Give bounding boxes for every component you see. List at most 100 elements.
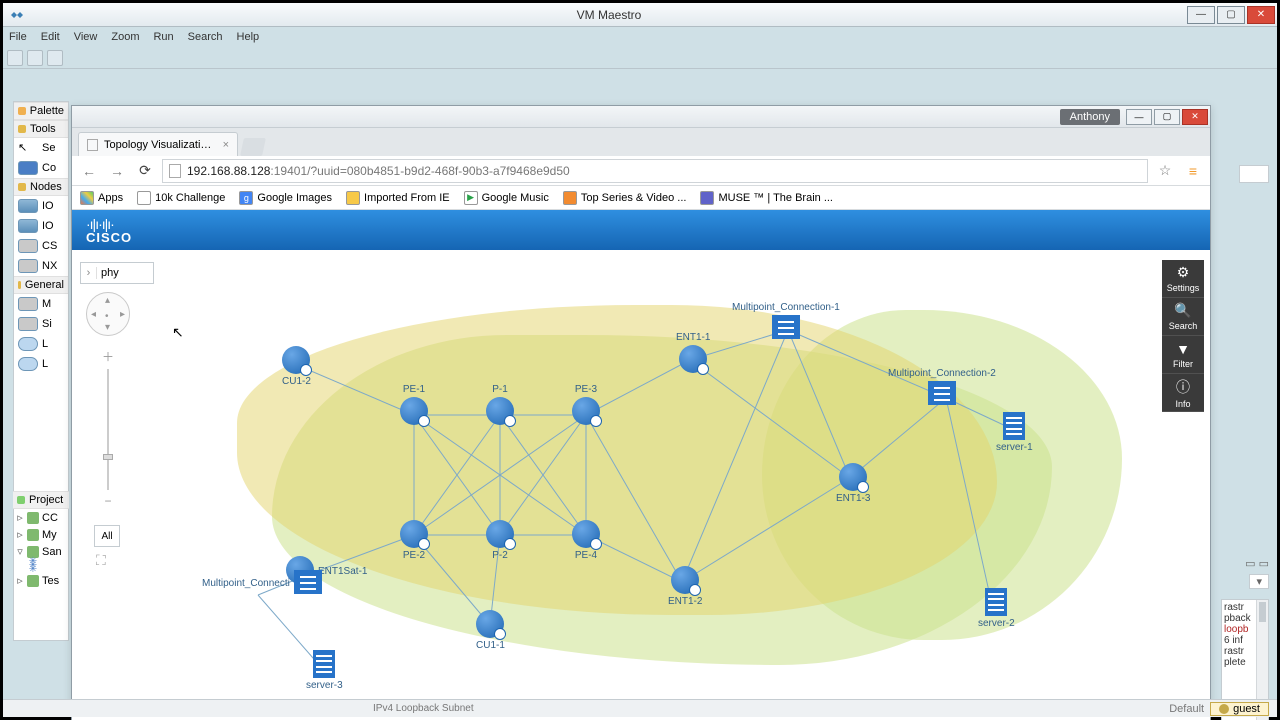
maximize-button[interactable]: ▢ (1217, 6, 1245, 24)
node-nxos[interactable]: NX (14, 256, 68, 276)
cisco-logo: ·ı|ı·ı|ı· CISCO (86, 217, 132, 244)
project-my[interactable]: ▹My (13, 526, 69, 543)
browser-titlebar: Anthony — ▢ ✕ (72, 106, 1210, 128)
node-iosv[interactable]: IO (14, 196, 68, 216)
browser-close-button[interactable]: ✕ (1182, 109, 1208, 125)
node-pe-3[interactable]: PE-3 (572, 384, 600, 425)
zoom-out-icon[interactable]: − (104, 494, 111, 508)
search-button[interactable]: 🔍Search (1162, 298, 1204, 336)
zoom-control[interactable]: ＋− (100, 348, 116, 508)
apps-button[interactable]: Apps (80, 191, 123, 205)
node-ent1-2[interactable]: ENT1-2 (668, 566, 702, 607)
tool-connect[interactable]: Co (14, 158, 68, 178)
mouse-cursor: ↖ (172, 324, 184, 341)
node-pe-1[interactable]: PE-1 (400, 384, 428, 425)
topology-canvas[interactable]: CU1-2 PE-1 P-1 PE-3 PE-2 P-2 PE-4 ENT1-1… (72, 250, 1210, 720)
gen-managed[interactable]: M (14, 294, 68, 314)
project-sample[interactable]: ▿San (13, 543, 69, 560)
minimize-button[interactable]: — (1187, 6, 1215, 24)
bm-gimg[interactable]: gGoogle Images (239, 191, 332, 205)
bm-ie[interactable]: Imported From IE (346, 191, 450, 205)
fit-screen-icon[interactable]: ⛶ (96, 552, 116, 572)
node-cu1-2[interactable]: CU1-2 (282, 346, 311, 387)
new-tab-button[interactable] (240, 138, 266, 156)
menu-edit[interactable]: Edit (41, 31, 60, 43)
menu-search[interactable]: Search (188, 31, 223, 43)
node-mc2[interactable]: Multipoint_Connection-2 (888, 368, 996, 405)
project-test[interactable]: ▹Tes (13, 572, 69, 589)
bookmark-star-icon[interactable]: ☆ (1154, 160, 1176, 182)
node-mc3[interactable]: Multipoint_Connecti (202, 570, 322, 594)
bm-gmusic[interactable]: ▶Google Music (464, 191, 549, 205)
browser-minimize-button[interactable]: — (1126, 109, 1152, 125)
right-panel-tools: ▭ ▭ ▾ (1221, 557, 1269, 597)
back-button[interactable]: ← (78, 160, 100, 182)
gen-l2[interactable]: L (14, 334, 68, 354)
url-input[interactable]: 192.168.88.128:19401/?uuid=080b4851-b9d2… (162, 159, 1148, 183)
menu-zoom[interactable]: Zoom (111, 31, 139, 43)
bm-series[interactable]: Top Series & Video ... (563, 191, 687, 205)
node-ent1-1[interactable]: ENT1-1 (676, 332, 710, 373)
node-iosvl2[interactable]: IO (14, 216, 68, 236)
address-bar: ← → ⟳ 192.168.88.128:19401/?uuid=080b485… (72, 156, 1210, 186)
menu-run[interactable]: Run (153, 31, 173, 43)
node-p-2[interactable]: P-2 (486, 520, 514, 561)
menu-help[interactable]: Help (237, 31, 260, 43)
page-icon (169, 164, 181, 178)
minimize-view-icon[interactable]: ▭ ▭ (1245, 557, 1269, 570)
workspace: Palette Tools ↖Se Co Nodes IO IO CS NX G… (3, 71, 1277, 701)
status-user[interactable]: guest (1210, 702, 1269, 716)
node-csr[interactable]: CS (14, 236, 68, 256)
pan-control[interactable]: ▴▾◂▸• (86, 292, 130, 336)
tab-close-icon[interactable]: × (223, 139, 229, 151)
gen-l3[interactable]: L (14, 354, 68, 374)
browser-maximize-button[interactable]: ▢ (1154, 109, 1180, 125)
menu-view[interactable]: View (74, 31, 98, 43)
tb-open-icon[interactable] (7, 50, 23, 66)
reload-button[interactable]: ⟳ (134, 160, 156, 182)
switch-icon (18, 259, 38, 273)
menu-file[interactable]: File (9, 31, 27, 43)
zoom-in-icon[interactable]: ＋ (102, 348, 114, 365)
node-mc1[interactable]: Multipoint_Connection-1 (732, 302, 840, 339)
node-p-1[interactable]: P-1 (486, 384, 514, 425)
router-icon (671, 566, 699, 594)
node-server-1[interactable]: server-1 (996, 412, 1033, 453)
info-button[interactable]: ⓘInfo (1162, 374, 1204, 412)
bm-10k[interactable]: 10k Challenge (137, 191, 225, 205)
node-pe-4[interactable]: PE-4 (572, 520, 600, 561)
fit-all-button[interactable]: All (94, 525, 120, 547)
node-server-2[interactable]: server-2 (978, 588, 1015, 629)
gen-site[interactable]: Si (14, 314, 68, 334)
forward-button[interactable]: → (106, 160, 128, 182)
menu-button[interactable]: ≡ (1182, 160, 1204, 182)
zoom-thumb[interactable] (103, 454, 113, 460)
bm-muse[interactable]: MUSE ™ | The Brain ... (700, 191, 833, 205)
node-pe-2[interactable]: PE-2 (400, 520, 428, 561)
view-dropdown[interactable]: ▾ (1249, 574, 1269, 589)
tool-select[interactable]: ↖Se (14, 138, 68, 158)
settings-button[interactable]: ⚙Settings (1162, 260, 1204, 298)
node-server-3[interactable]: server-3 (306, 650, 343, 691)
layer-input[interactable] (97, 267, 145, 279)
project-ccie[interactable]: ▹CC (13, 509, 69, 526)
tab-topology[interactable]: Topology Visualization En × (78, 132, 238, 156)
server-icon (1003, 412, 1025, 440)
menu-bar: File Edit View Zoom Run Search Help (3, 27, 1277, 47)
status-loopback: IPv4 Loopback Subnet (373, 703, 474, 714)
node-cu1-1[interactable]: CU1-1 (476, 610, 505, 651)
filter-button[interactable]: ▼Filter (1162, 336, 1204, 374)
tb-saveall-icon[interactable] (47, 50, 63, 66)
layer-select[interactable]: › (80, 262, 154, 284)
browser-user-badge[interactable]: Anthony (1060, 109, 1120, 125)
tb-save-icon[interactable] (27, 50, 43, 66)
view-tools: ⚙Settings 🔍Search ▼Filter ⓘInfo (1162, 260, 1204, 412)
app-icon (7, 6, 25, 24)
node-ent1-3[interactable]: ENT1-3 (836, 463, 870, 504)
server-icon (985, 588, 1007, 616)
close-button[interactable]: ✕ (1247, 6, 1275, 24)
router-icon (839, 463, 867, 491)
cisco-header: ·ı|ı·ı|ı· CISCO (72, 210, 1210, 250)
perspective-icons[interactable] (1239, 165, 1269, 183)
bookmarks-bar: Apps 10k Challenge gGoogle Images Import… (72, 186, 1210, 210)
